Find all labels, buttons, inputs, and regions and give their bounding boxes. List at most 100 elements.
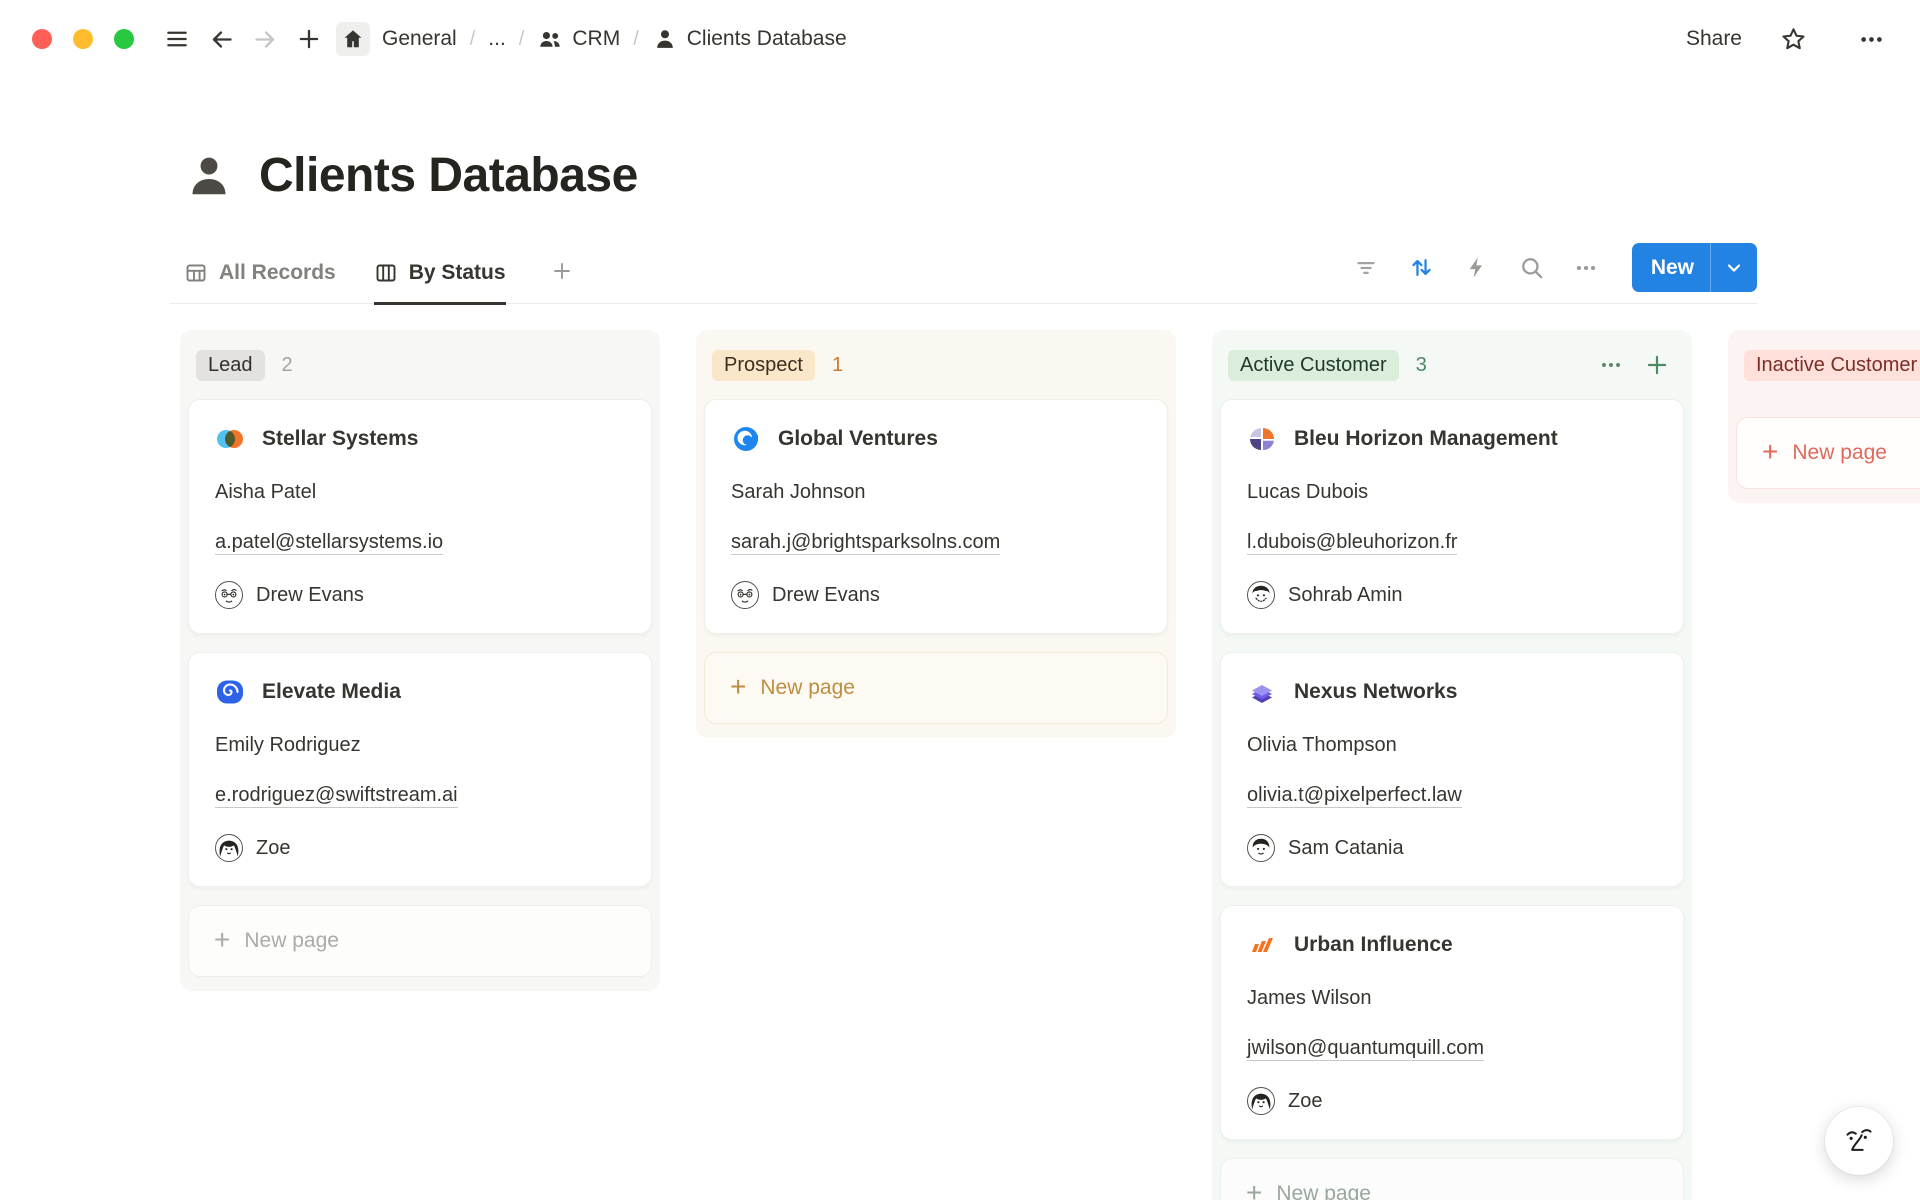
column-status-badge[interactable]: Active Customer: [1228, 350, 1399, 381]
automation-lightning-icon[interactable]: [1463, 254, 1490, 281]
contact-name: Aisha Patel: [215, 480, 625, 504]
breadcrumb-separator: /: [470, 28, 476, 51]
window-titlebar: General / ... / CRM / Clients Database S…: [0, 0, 1920, 78]
new-page-button[interactable]: + New page: [704, 652, 1168, 724]
email-link[interactable]: a.patel@stellarsystems.io: [215, 531, 443, 555]
person-icon: [183, 150, 235, 202]
board-view-icon: [374, 261, 398, 285]
client-card[interactable]: Urban Influence James Wilson jwilson@qua…: [1220, 905, 1684, 1140]
company-name: Bleu Horizon Management: [1294, 427, 1558, 451]
column-add-card-plus-icon[interactable]: [1644, 352, 1670, 378]
forward-button[interactable]: [248, 22, 282, 56]
client-card[interactable]: Stellar Systems Aisha Patel a.patel@stel…: [188, 399, 652, 634]
breadcrumb-page[interactable]: Clients Database: [652, 26, 847, 52]
new-page-label: New page: [760, 676, 855, 700]
contact-name: Emily Rodriguez: [215, 733, 625, 757]
owner-row: Drew Evans: [731, 581, 1141, 609]
back-button[interactable]: [204, 22, 238, 56]
card-title-row: Bleu Horizon Management: [1247, 424, 1657, 454]
new-record-button[interactable]: New: [1632, 256, 1710, 280]
drew-evans-avatar: [731, 581, 759, 609]
company-name: Nexus Networks: [1294, 680, 1457, 704]
minimize-window-button[interactable]: [73, 29, 93, 49]
breadcrumb-workspace-label: General: [382, 27, 457, 51]
board-column-active-customer: Active Customer 3 Bleu Horizon Managemen…: [1212, 330, 1692, 1200]
sidebar-toggle-hamburger-icon[interactable]: [160, 22, 194, 56]
owner-name: Sohrab Amin: [1288, 584, 1403, 607]
filter-icon[interactable]: [1353, 254, 1380, 281]
new-record-button-group: New: [1632, 243, 1757, 292]
person-icon: [652, 26, 678, 52]
view-more-icon[interactable]: [1573, 254, 1600, 281]
new-page-label: New page: [1792, 441, 1887, 465]
column-status-badge[interactable]: Prospect: [712, 350, 815, 381]
owner-name: Zoe: [1288, 1090, 1322, 1113]
contact-name: Sarah Johnson: [731, 480, 1141, 504]
contact-name: James Wilson: [1247, 986, 1657, 1010]
zoom-window-button[interactable]: [114, 29, 134, 49]
drew-evans-avatar: [215, 581, 243, 609]
breadcrumb-workspace[interactable]: General: [382, 27, 457, 51]
column-count: 1: [832, 354, 843, 377]
favorite-star-icon[interactable]: [1776, 22, 1810, 56]
zoe-avatar: [1247, 1087, 1275, 1115]
new-page-button[interactable]: + New page: [1220, 1158, 1684, 1200]
plus-icon: +: [730, 673, 746, 701]
email-link[interactable]: sarah.j@brightsparksolns.com: [731, 531, 1000, 555]
share-button[interactable]: Share: [1686, 27, 1742, 51]
home-button[interactable]: [336, 22, 370, 56]
card-title-row: Elevate Media: [215, 677, 625, 707]
plus-icon: +: [1762, 438, 1778, 466]
sort-icon[interactable]: [1408, 254, 1435, 281]
client-card[interactable]: Global Ventures Sarah Johnson sarah.j@br…: [704, 399, 1168, 634]
layers-stack-icon: [1247, 677, 1277, 707]
column-header: Active Customer 3: [1220, 344, 1684, 386]
company-name: Global Ventures: [778, 427, 938, 451]
plus-icon: +: [1246, 1179, 1262, 1200]
column-more-icon[interactable]: [1598, 352, 1624, 378]
column-actions: [1598, 352, 1676, 378]
column-count: 2: [282, 354, 293, 377]
search-icon[interactable]: [1518, 254, 1545, 281]
window-controls: [32, 29, 134, 49]
new-page-button[interactable]: + New page: [1736, 417, 1920, 489]
owner-row: Sam Catania: [1247, 834, 1657, 862]
close-window-button[interactable]: [32, 29, 52, 49]
add-view-plus-icon[interactable]: [550, 259, 574, 303]
card-title-row: Global Ventures: [731, 424, 1141, 454]
email-link[interactable]: jwilson@quantumquill.com: [1247, 1037, 1484, 1061]
tab-by-status[interactable]: By Status: [374, 259, 506, 305]
tab-all-records[interactable]: All Records: [184, 259, 336, 305]
breadcrumb-team-crm[interactable]: CRM: [537, 26, 620, 52]
new-record-dropdown-chevron-down-icon[interactable]: [1711, 257, 1757, 279]
column-header: Prospect 1: [704, 344, 1168, 386]
email-link[interactable]: olivia.t@pixelperfect.law: [1247, 784, 1462, 808]
column-status-badge[interactable]: Inactive Customer: [1744, 350, 1920, 381]
new-page-label: New page: [244, 929, 339, 953]
face-doodle-button[interactable]: [1825, 1107, 1893, 1175]
card-title-row: Urban Influence: [1247, 930, 1657, 960]
email-link[interactable]: e.rodriguez@swiftstream.ai: [215, 784, 458, 808]
slanted-stripes-icon: [1247, 930, 1277, 960]
views-toolbar-row: All Records By Status New: [170, 242, 1757, 304]
email-link[interactable]: l.dubois@bleuhorizon.fr: [1247, 531, 1457, 555]
owner-row: Drew Evans: [215, 581, 625, 609]
table-view-icon: [184, 261, 208, 285]
new-tab-plus-icon[interactable]: [292, 22, 326, 56]
board-column-prospect: Prospect 1 Global Ventures Sarah Johnson…: [696, 330, 1176, 738]
owner-row: Zoe: [215, 834, 625, 862]
contact-name: Olivia Thompson: [1247, 733, 1657, 757]
client-card[interactable]: Elevate Media Emily Rodriguez e.rodrigue…: [188, 652, 652, 887]
plus-icon: +: [214, 926, 230, 954]
more-options-icon[interactable]: [1854, 22, 1888, 56]
column-cards: Stellar Systems Aisha Patel a.patel@stel…: [188, 399, 652, 887]
sam-catania-avatar: [1247, 834, 1275, 862]
column-status-badge[interactable]: Lead: [196, 350, 265, 381]
new-page-label: New page: [1276, 1182, 1371, 1200]
client-card[interactable]: Bleu Horizon Management Lucas Dubois l.d…: [1220, 399, 1684, 634]
client-card[interactable]: Nexus Networks Olivia Thompson olivia.t@…: [1220, 652, 1684, 887]
new-page-button[interactable]: + New page: [188, 905, 652, 977]
blue-spiral-icon: [215, 677, 245, 707]
zoe-avatar: [215, 834, 243, 862]
breadcrumb-ellipsis[interactable]: ...: [488, 27, 506, 51]
